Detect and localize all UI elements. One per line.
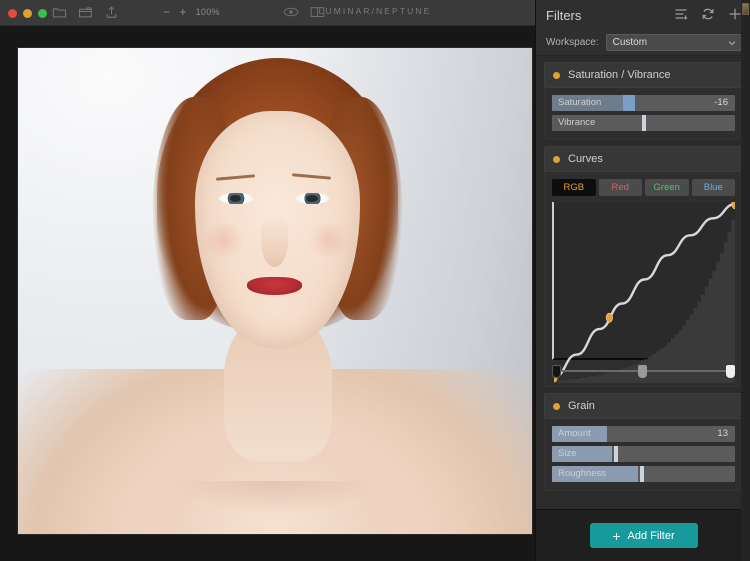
workspace-value: Custom xyxy=(612,37,648,48)
slider-label: Amount xyxy=(558,428,591,439)
section-body-saturation-vibrance: Saturation -16 Vibrance xyxy=(544,88,743,140)
pupil-right xyxy=(306,194,318,203)
slider-handle[interactable] xyxy=(639,466,644,482)
filter-enabled-dot[interactable] xyxy=(553,402,560,410)
slider-label: Size xyxy=(558,448,577,459)
tab-rgb[interactable]: RGB xyxy=(552,179,596,196)
tab-red[interactable]: Red xyxy=(598,179,642,196)
filters-panel-header: Filters xyxy=(536,0,750,30)
image-canvas-area[interactable] xyxy=(0,26,535,561)
filter-section-saturation-vibrance: Saturation / Vibrance Saturation -16 Vib… xyxy=(544,62,743,140)
tab-green[interactable]: Green xyxy=(645,179,689,196)
slider-vibrance[interactable]: Vibrance xyxy=(552,115,735,131)
subject-lips xyxy=(247,277,302,295)
section-title: Grain xyxy=(568,400,595,412)
filter-section-curves: Curves RGB Red Green Blue xyxy=(544,146,743,387)
filter-list-icon[interactable] xyxy=(674,7,688,22)
curve-channel-tabs: RGB Red Green Blue xyxy=(552,179,735,196)
black-point-handle[interactable] xyxy=(552,365,561,378)
cheek-highlight-left xyxy=(200,222,247,257)
panel-header-actions xyxy=(674,7,742,22)
levels-slider-row xyxy=(552,364,735,378)
slider-handle[interactable] xyxy=(614,446,619,462)
portrait-photo xyxy=(17,47,533,535)
slider-saturation[interactable]: Saturation -16 xyxy=(552,95,735,111)
add-filter-label: Add Filter xyxy=(627,529,675,542)
white-point-handle[interactable] xyxy=(726,365,735,378)
section-body-curves: RGB Red Green Blue xyxy=(544,172,743,387)
slider-amount[interactable]: Amount 13 xyxy=(552,426,735,442)
slider-label: Vibrance xyxy=(558,117,596,128)
plus-icon: + xyxy=(612,527,621,544)
slider-handle[interactable] xyxy=(641,115,646,131)
pupil-left xyxy=(229,194,242,203)
filter-enabled-dot[interactable] xyxy=(553,155,560,163)
filter-enabled-dot[interactable] xyxy=(553,71,560,79)
slider-value: -16 xyxy=(714,97,728,108)
add-filter-button[interactable]: + Add Filter xyxy=(589,523,698,548)
collarbone-shading xyxy=(172,480,378,525)
sync-icon[interactable] xyxy=(701,7,715,22)
slider-roughness[interactable]: Roughness xyxy=(552,466,735,482)
right-edge-strip[interactable] xyxy=(741,0,750,561)
section-header-grain[interactable]: Grain xyxy=(544,393,743,419)
luminar-app-window: − + 100% LUMINAR/NEPTUNE Filters Workspa… xyxy=(0,0,750,561)
filters-panel-footer: + Add Filter xyxy=(536,509,750,561)
filters-scroll-area[interactable]: Saturation / Vibrance Saturation -16 Vib… xyxy=(536,56,750,509)
add-icon[interactable] xyxy=(728,7,742,22)
filter-section-grain: Grain Amount 13 Size Roughness xyxy=(544,393,743,491)
tab-blue[interactable]: Blue xyxy=(691,179,735,196)
panel-title: Filters xyxy=(546,8,582,23)
tone-curve-graph[interactable] xyxy=(554,202,735,383)
subject-nose xyxy=(260,213,289,267)
section-header-curves[interactable]: Curves xyxy=(544,146,743,172)
slider-handle[interactable] xyxy=(623,95,636,111)
slider-value: 13 xyxy=(717,428,728,439)
thumbnail-preview-icon[interactable] xyxy=(742,3,749,15)
workspace-select[interactable]: Custom xyxy=(605,34,742,51)
midtone-handle[interactable] xyxy=(638,365,647,378)
workspace-row: Workspace: Custom xyxy=(536,30,750,56)
chevron-down-icon xyxy=(728,39,736,47)
slider-label: Saturation xyxy=(558,97,602,108)
workspace-label: Workspace: xyxy=(546,37,599,48)
cheek-highlight-right xyxy=(305,222,353,257)
slider-size[interactable]: Size xyxy=(552,446,735,462)
section-body-grain: Amount 13 Size Roughness xyxy=(544,419,743,491)
slider-label: Roughness xyxy=(558,468,607,479)
tone-curve-editor[interactable] xyxy=(552,202,735,383)
section-header-saturation-vibrance[interactable]: Saturation / Vibrance xyxy=(544,62,743,88)
section-title: Saturation / Vibrance xyxy=(568,69,671,81)
filters-panel: Filters Workspace: Custom Saturation / V… xyxy=(535,0,750,561)
section-title: Curves xyxy=(568,153,603,165)
